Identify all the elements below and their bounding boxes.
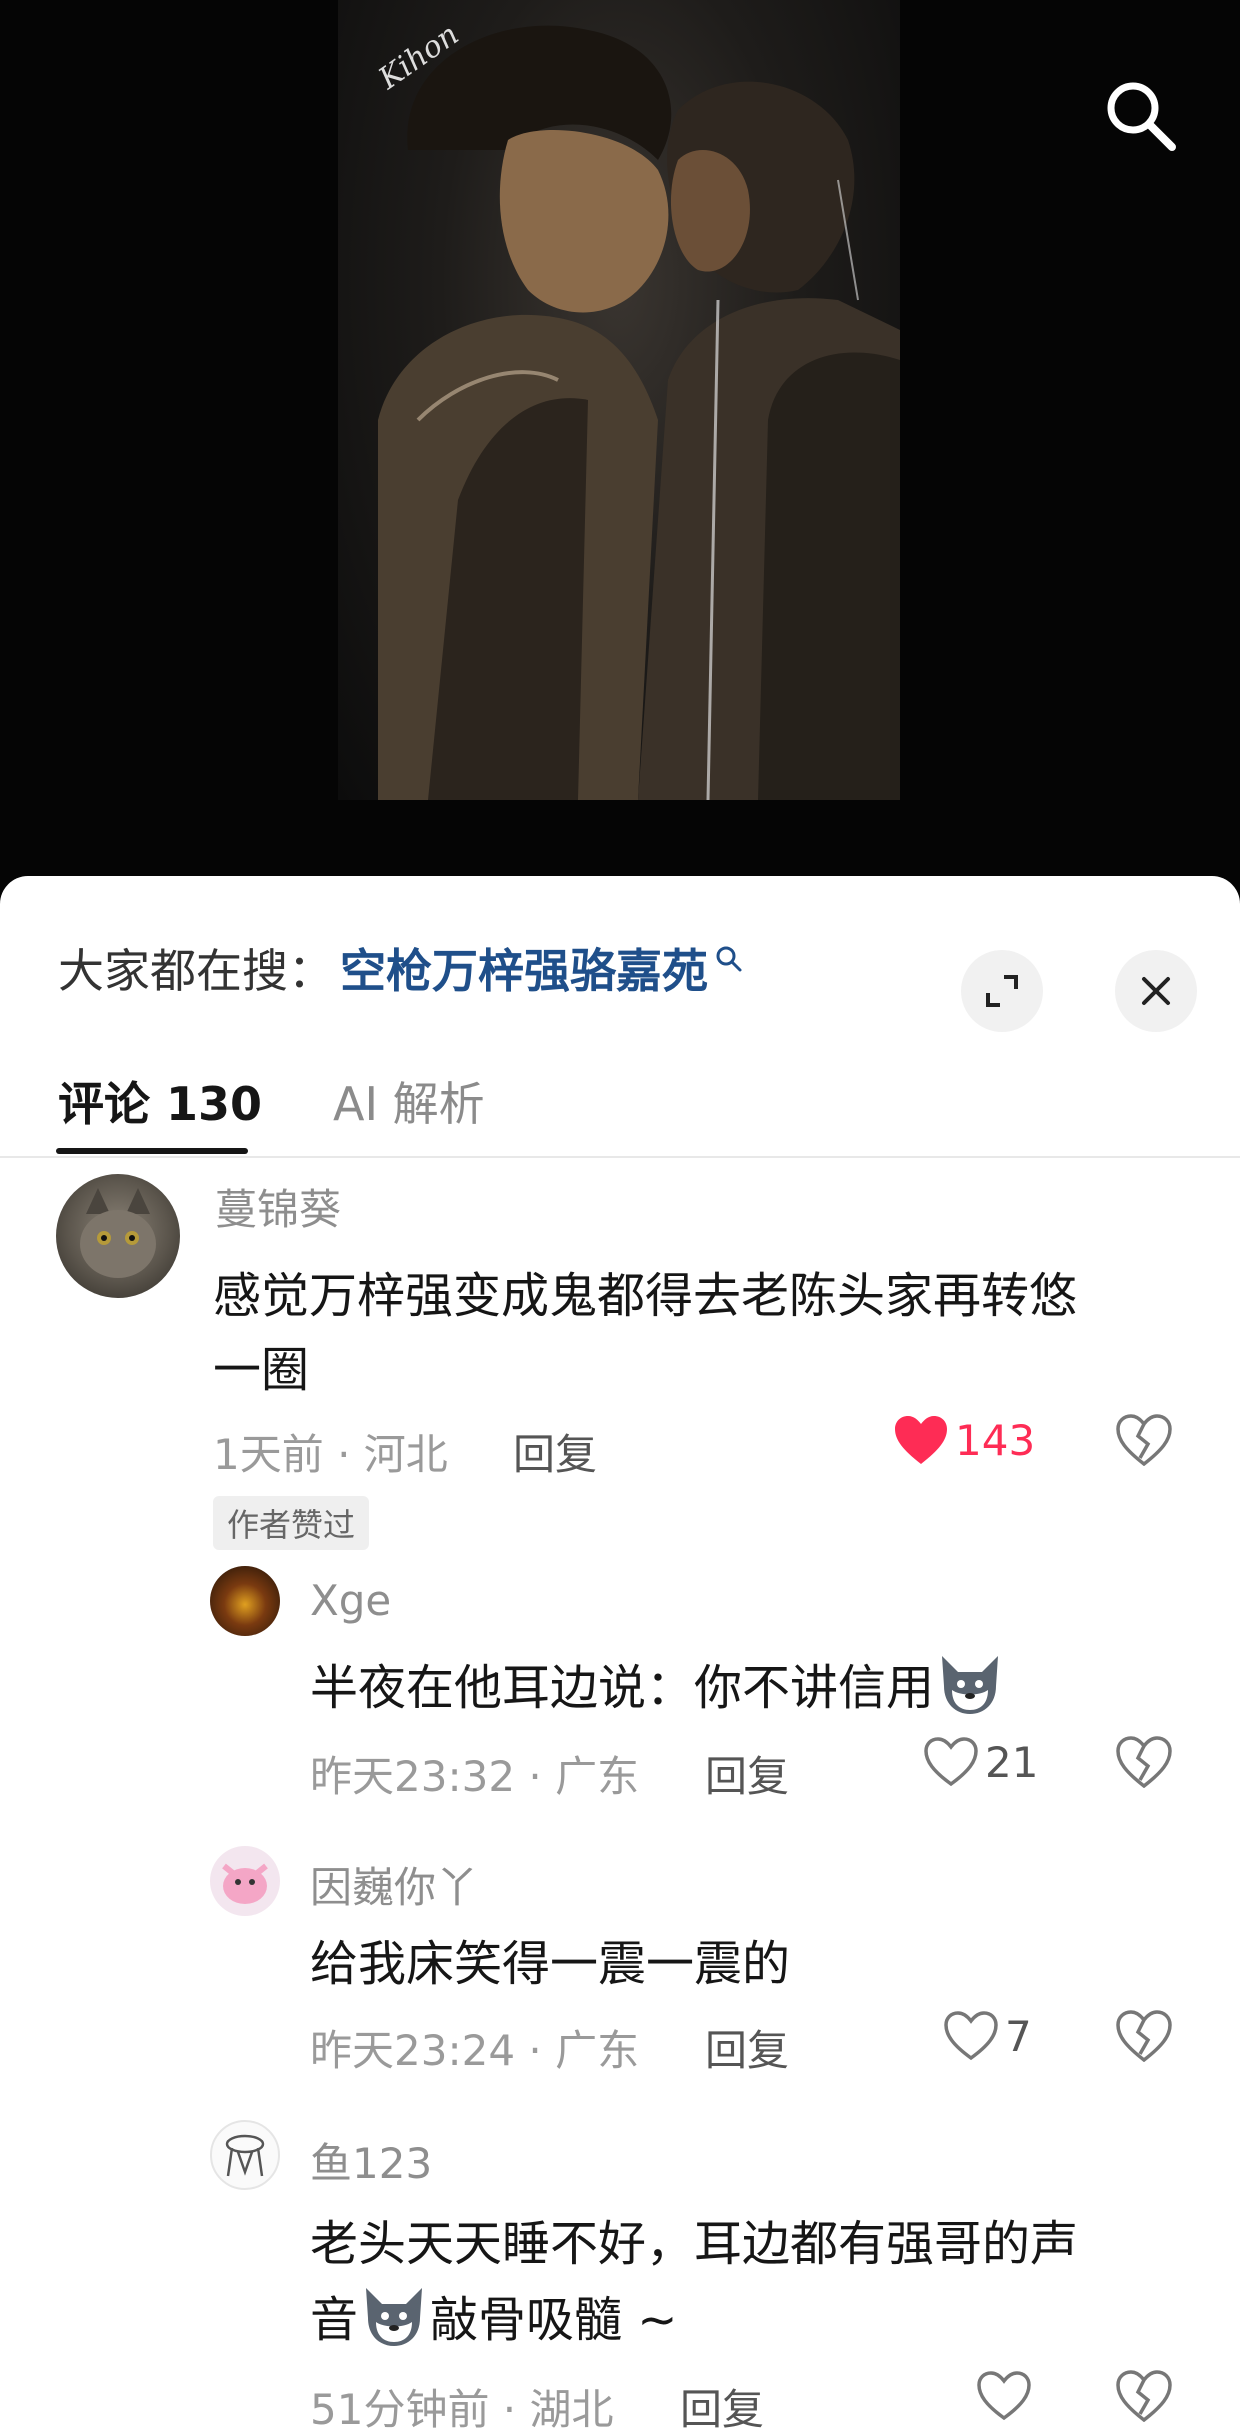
close-button[interactable] (1115, 950, 1197, 1032)
comment-meta: 1天前 · 河北 (213, 1430, 448, 1479)
author-liked-badge: 作者赞过 (213, 1496, 370, 1550)
comment-text-continued: 音 敲骨吸髓 ~ (310, 2280, 678, 2350)
broken-heart-icon (1116, 2010, 1172, 2063)
comment-sheet: 大家都在搜： 空枪万梓强骆嘉苑 评论 130 AI 解析 蔓锦葵 感觉万梓强变成… (0, 876, 1240, 2431)
comment-text: 老头天天睡不好，耳边都有强哥的声 (310, 2216, 1079, 2272)
broken-heart-icon (1116, 2370, 1172, 2423)
heart-filled-icon (895, 1416, 947, 1464)
like-count: 7 (1005, 2011, 1032, 2061)
search-icon (1107, 82, 1176, 151)
comment-username[interactable]: 蔓锦葵 (215, 1176, 341, 1237)
suggested-search[interactable]: 大家都在搜： 空枪万梓强骆嘉苑 (58, 928, 744, 1008)
comment-username[interactable]: 鱼123 (310, 2130, 432, 2191)
tab-bar: 评论 130 AI 解析 (0, 1046, 1240, 1158)
like-count: 143 (955, 1415, 1036, 1465)
dislike-button[interactable] (1116, 1414, 1172, 1470)
like-button[interactable] (976, 2370, 1032, 2422)
heart-outline-icon (924, 1737, 978, 1787)
dislike-button[interactable] (1116, 2370, 1172, 2426)
comment-text: 给我床笑得一震一震的 (310, 1936, 791, 1992)
comment-meta: 昨天23:32 · 广东 (310, 1752, 640, 1801)
comment-username[interactable]: 因巍你丫 (310, 1854, 478, 1915)
like-button[interactable]: 7 (943, 2010, 1032, 2062)
tab-comments[interactable]: 评论 130 (58, 1046, 262, 1156)
comment-text: 半夜在他耳边说：你不讲信用 (310, 1648, 1006, 1718)
reply-button[interactable]: 回复 (705, 1743, 789, 1804)
comment-meta: 昨天23:24 · 广东 (310, 2026, 640, 2075)
heart-outline-icon (977, 2371, 1031, 2421)
suggested-search-prefix: 大家都在搜： (58, 944, 334, 998)
comment-username[interactable]: Xge (310, 1576, 391, 1625)
dislike-button[interactable] (1116, 2010, 1172, 2066)
artwork-image: Kihon (338, 0, 900, 800)
expand-button[interactable] (961, 950, 1043, 1032)
broken-heart-icon (1116, 1736, 1172, 1789)
like-button[interactable]: 143 (893, 1414, 1035, 1466)
active-tab-indicator (56, 1148, 248, 1154)
search-button[interactable] (1100, 75, 1180, 155)
reply-button[interactable]: 回复 (680, 2376, 764, 2431)
reply-button[interactable]: 回复 (705, 2017, 789, 2078)
tab-ai-analysis[interactable]: AI 解析 (333, 1046, 485, 1156)
comment-text: 感觉万梓强变成鬼都得去老陈头家再转悠 (213, 1268, 1078, 1324)
small-search-icon (716, 946, 742, 972)
avatar[interactable] (210, 1566, 280, 1636)
reply-button[interactable]: 回复 (513, 1421, 597, 1482)
expand-icon (986, 975, 1018, 1007)
wolf-emoji-icon (942, 1656, 999, 1714)
like-count: 21 (985, 1737, 1039, 1787)
comment-text-continued: 一圈 (213, 1342, 310, 1398)
video-preview[interactable]: Kihon (0, 0, 1240, 900)
dislike-button[interactable] (1116, 1736, 1172, 1792)
comment-meta: 51分钟前 · 湖北 (310, 2385, 614, 2431)
suggested-search-query[interactable]: 空枪万梓强骆嘉苑 (340, 935, 708, 1001)
avatar[interactable] (210, 2120, 280, 2190)
close-icon (1142, 977, 1170, 1005)
avatar[interactable] (210, 1846, 280, 1916)
avatar[interactable] (56, 1174, 180, 1298)
like-button[interactable]: 21 (923, 1736, 1038, 1788)
heart-outline-icon (944, 2011, 998, 2061)
broken-heart-icon (1116, 1414, 1172, 1467)
wolf-emoji-icon (366, 2288, 423, 2346)
